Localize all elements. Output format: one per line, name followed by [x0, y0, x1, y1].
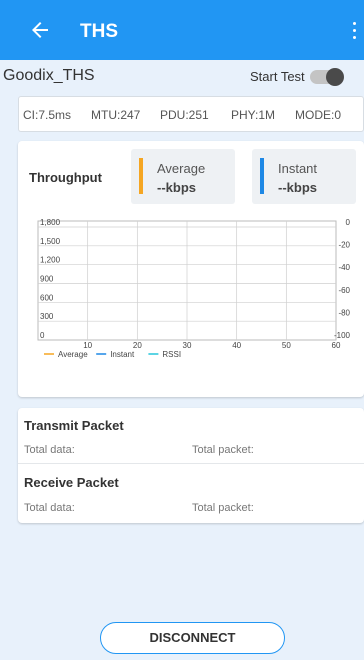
instant-label: Instant	[278, 161, 318, 176]
y-right-tick-label: 0	[346, 218, 351, 227]
throughput-chart: 1,800 1,500 1,200 900 600 300 0 0 -20 -40 -60 -80 -1…	[37, 218, 351, 359]
x-tick-label: 30	[183, 341, 192, 350]
device-name: Goodix_THS	[3, 67, 95, 84]
average-label: Average	[157, 161, 206, 176]
param-mtu: MTU:247	[91, 108, 141, 122]
arrow-left-icon[interactable]	[28, 18, 52, 42]
param-phy: PHY:1M	[231, 108, 276, 122]
disconnect-button[interactable]: DISCONNECT	[100, 622, 285, 654]
start-test-label: Start Test	[250, 69, 305, 84]
toggle-knob	[326, 68, 344, 86]
y-right-tick-label: -100	[334, 331, 351, 340]
average-color-bar	[139, 158, 143, 194]
instant-color-bar	[260, 158, 264, 194]
x-tick-label: 60	[332, 341, 341, 350]
y-right-tick-label: -80	[338, 308, 350, 317]
legend-label: Average	[58, 350, 88, 359]
y-right-tick-label: -60	[338, 286, 350, 295]
average-value: --kbps	[157, 180, 196, 195]
legend-label: RSSI	[162, 350, 181, 359]
receive-title: Receive Packet	[24, 475, 119, 490]
y-left-tick-label: 0	[40, 331, 45, 340]
average-box: Average --kbps	[131, 149, 235, 204]
y-left-tick-label: 900	[40, 275, 54, 284]
param-pdu: PDU:251	[160, 108, 209, 122]
y-left-tick-label: 600	[40, 293, 54, 302]
instant-value: --kbps	[278, 180, 317, 195]
legend-label: Instant	[110, 350, 135, 359]
transmit-title: Transmit Packet	[24, 418, 124, 433]
y-right-tick-label: -40	[338, 263, 350, 272]
throughput-label: Throughput	[29, 170, 102, 185]
app-title: THS	[80, 21, 118, 42]
transmit-total-data: Total data:	[24, 444, 75, 456]
x-tick-label: 20	[133, 341, 142, 350]
throughput-card: Throughput Average --kbps Instant --kbps…	[18, 141, 364, 397]
receive-total-data: Total data:	[24, 502, 75, 514]
instant-box: Instant --kbps	[252, 149, 356, 204]
divider	[18, 463, 364, 464]
y-right-tick-label: -20	[338, 241, 350, 250]
x-tick-label: 50	[282, 341, 291, 350]
x-tick-label: 10	[83, 341, 92, 350]
app-bar: THS	[0, 0, 364, 60]
y-left-tick-label: 1,200	[40, 256, 61, 265]
y-left-tick-label: 1,800	[40, 218, 61, 227]
param-mode: MODE:0	[295, 108, 342, 122]
y-left-tick-label: 1,500	[40, 237, 61, 246]
param-ci: CI:7.5ms	[23, 108, 72, 122]
y-left-tick-label: 300	[40, 312, 54, 321]
start-test-toggle[interactable]	[310, 68, 344, 86]
connection-params: CI:7.5ms MTU:247 PDU:251 PHY:1M MODE:0	[18, 96, 364, 132]
packet-card: Transmit Packet Total data: Total packet…	[18, 408, 364, 523]
receive-total-packet: Total packet:	[192, 502, 254, 514]
more-vert-icon[interactable]	[350, 22, 358, 42]
x-tick-label: 40	[232, 341, 241, 350]
transmit-total-packet: Total packet:	[192, 444, 254, 456]
device-row: Goodix_THS Start Test	[0, 60, 364, 92]
